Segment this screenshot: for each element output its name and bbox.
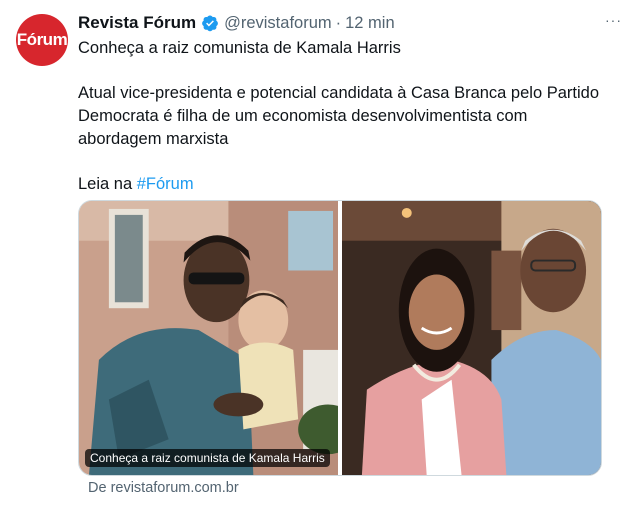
separator-dot: · (335, 13, 342, 32)
photo-father-with-baby: Conheça a raiz comunista de Kamala Harri… (79, 201, 338, 475)
author-name[interactable]: Revista Fórum (78, 13, 196, 33)
link-source[interactable]: De revistaforum.com.br (88, 480, 239, 496)
tweet-line: Democrata é filha de um economista desen… (78, 107, 528, 125)
media-caption: Conheça a raiz comunista de Kamala Harri… (85, 449, 330, 467)
tweet-line: Conheça a raiz comunista de Kamala Harri… (78, 39, 401, 57)
more-options-icon[interactable]: ··· (605, 12, 622, 28)
tweet-header: Revista Fórum @revistaforum · 12 min (78, 12, 620, 34)
hashtag-link[interactable]: #Fórum (137, 175, 194, 193)
tweet-line: Leia na #Fórum (78, 175, 194, 193)
tweet-text: Conheça a raiz comunista de Kamala Harri… (78, 37, 618, 196)
link-card-media[interactable]: Conheça a raiz comunista de Kamala Harri… (78, 200, 602, 476)
avatar[interactable]: Fórum (16, 14, 68, 66)
timestamp[interactable]: 12 min (345, 14, 395, 33)
verified-badge-icon (201, 14, 219, 32)
avatar-logo-text: Fórum (16, 30, 68, 49)
tweet-line: abordagem marxista (78, 130, 229, 148)
tweet-line: Atual vice-presidenta e potencial candid… (78, 84, 599, 102)
photo-kamala-and-father (342, 201, 601, 475)
author-handle[interactable]: @revistaforum (224, 14, 332, 33)
